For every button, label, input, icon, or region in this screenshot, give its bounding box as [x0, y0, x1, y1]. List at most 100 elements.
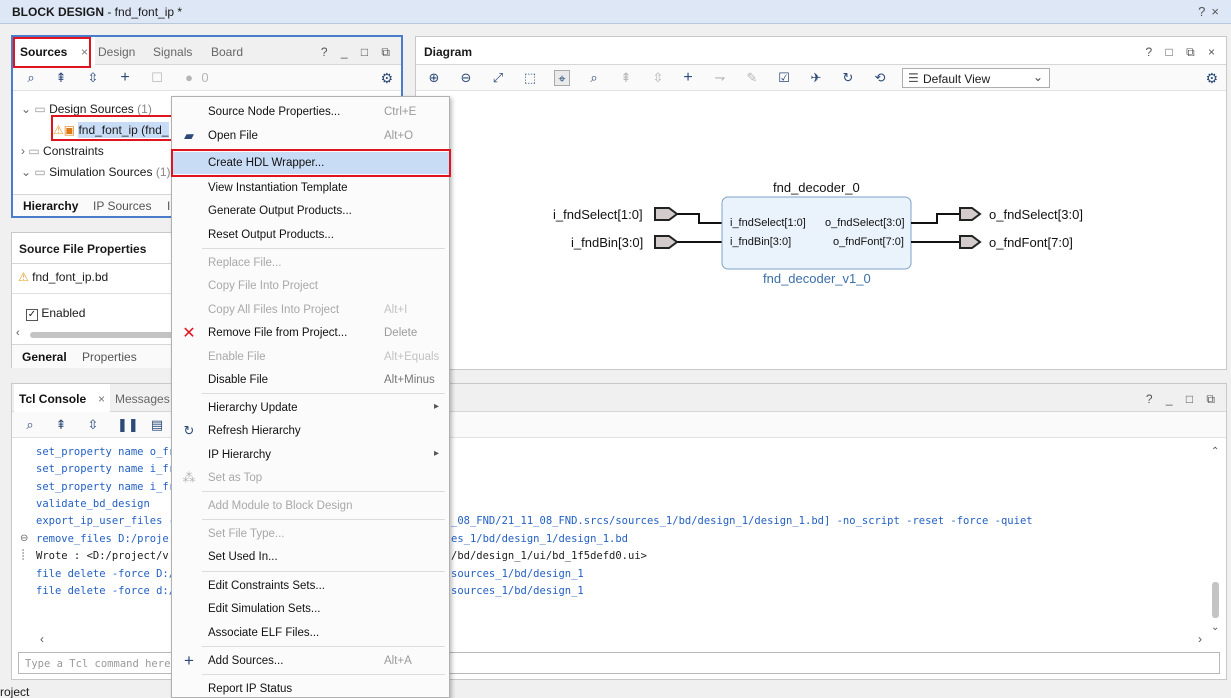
enabled-checkbox-row[interactable]: ✓ Enabled: [26, 306, 85, 321]
menu-item-set-used-in[interactable]: Set Used In...: [172, 546, 449, 568]
chevron-right-icon[interactable]: ›: [21, 144, 25, 158]
search-icon[interactable]: ⌕: [586, 70, 602, 86]
collapse-all-icon[interactable]: ⇞: [53, 70, 69, 86]
menu-item-ip-hierarchy[interactable]: IP Hierarchy ▸: [172, 444, 449, 466]
menu-item-view-instantiation-template[interactable]: View Instantiation Template: [172, 177, 449, 199]
tree-item-design-sources[interactable]: ⌄ ▭ Design Sources (1): [21, 102, 152, 116]
wrench-icon[interactable]: ✎: [744, 70, 760, 86]
chevron-down-icon[interactable]: ⌄: [21, 165, 31, 179]
expand-all-icon[interactable]: ⇳: [85, 417, 101, 433]
port-o-fndfont[interactable]: [959, 235, 982, 249]
panel-window-controls[interactable]: ? _ □ ⧉: [321, 45, 395, 60]
menu-item-associate-elf-files[interactable]: Associate ELF Files...: [172, 622, 449, 644]
search-icon[interactable]: ⌕: [23, 70, 39, 86]
make-connection-icon[interactable]: ⇁: [712, 70, 728, 86]
port-o-fndselect[interactable]: [959, 207, 982, 221]
pause-icon[interactable]: ❚❚: [117, 417, 139, 433]
tab-general[interactable]: General: [22, 350, 67, 364]
menu-item-add-sources[interactable]: + Add Sources... Alt+A: [172, 650, 449, 672]
console-line: _08_FND/21_11_08_FND.srcs/sources_1/bd/d…: [451, 515, 1033, 527]
port-i-fndselect[interactable]: [654, 207, 679, 221]
select-mode-icon[interactable]: ⌖: [554, 70, 570, 86]
port-i-fndbin[interactable]: [654, 235, 679, 249]
scroll-right-icon[interactable]: ›: [1198, 632, 1202, 646]
close-icon[interactable]: ×: [1211, 4, 1225, 19]
enabled-checkbox[interactable]: ✓: [26, 309, 38, 321]
properties-icon[interactable]: ☐: [149, 70, 165, 86]
menu-item-generate-output-products[interactable]: Generate Output Products...: [172, 200, 449, 222]
zoom-in-icon[interactable]: ⊕: [426, 70, 442, 86]
console-line: set_property name i_fr: [36, 481, 176, 493]
zoom-area-icon[interactable]: ⬚: [522, 70, 538, 86]
menu-item-edit-constraints-sets[interactable]: Edit Constraints Sets...: [172, 575, 449, 597]
fnd-decoder-block[interactable]: [721, 196, 912, 270]
source-file-properties-panel: Source File Properties ⚠ fnd_font_ip.bd …: [11, 232, 176, 368]
menu-item-enable-file[interactable]: Enable File Alt+Equals: [172, 346, 449, 368]
expand-all-icon[interactable]: ⇳: [85, 70, 101, 86]
menu-item-replace-file[interactable]: Replace File...: [172, 252, 449, 274]
tab-tcl-console[interactable]: Tcl Console ×: [14, 384, 110, 412]
search-icon[interactable]: ⌕: [22, 417, 38, 433]
menu-item-copy-all-files-into-project[interactable]: Copy All Files Into Project Alt+I: [172, 299, 449, 321]
menu-item-add-module-to-block-design[interactable]: Add Module to Block Design: [172, 495, 449, 517]
scroll-up-icon[interactable]: ⌃: [1211, 446, 1219, 457]
collapse-all-icon[interactable]: ⇞: [618, 70, 634, 86]
panel-window-controls[interactable]: ? □ ⧉ ×: [1146, 45, 1221, 60]
menu-item-disable-file[interactable]: Disable File Alt+Minus: [172, 369, 449, 391]
tab-ip-sources[interactable]: IP Sources: [93, 199, 151, 213]
console-line: /bd/design_1/ui/bd_1f5defd0.ui>: [451, 550, 647, 562]
console-line: Wrote : <D:/project/v: [36, 550, 169, 562]
zoom-fit-icon[interactable]: ⤢: [490, 70, 506, 86]
expand-all-icon[interactable]: ⇳: [650, 70, 666, 86]
menu-item-set-as-top[interactable]: ⁂ Set as Top: [172, 467, 449, 489]
scroll-left-icon[interactable]: ‹: [40, 632, 44, 646]
net-i-fndselect[interactable]: [677, 213, 722, 224]
expand-group-icon[interactable]: ⊖: [20, 533, 28, 544]
gear-icon[interactable]: ⚙: [380, 70, 393, 87]
add-ip-icon[interactable]: +: [680, 70, 696, 86]
chevron-down-icon[interactable]: ⌄: [21, 102, 31, 116]
add-icon[interactable]: +: [117, 70, 133, 86]
block-instance-name: fnd_decoder_0: [773, 180, 860, 195]
panel-window-controls[interactable]: ? _ □ ⧉: [1146, 392, 1220, 407]
zoom-out-icon[interactable]: ⊖: [458, 70, 474, 86]
console-line: export_ip_user_files -: [36, 515, 176, 527]
menu-item-set-file-type[interactable]: Set File Type...: [172, 523, 449, 545]
tree-item-constraints[interactable]: › ▭ Constraints: [21, 144, 104, 158]
tab-libraries[interactable]: I: [167, 199, 170, 213]
menu-item-open-file[interactable]: ▰ Open File Alt+O: [172, 125, 449, 147]
menu-item-remove-file-from-project[interactable]: ✕ Remove File from Project... Delete: [172, 322, 449, 344]
refresh-icon: ↻: [183, 423, 195, 438]
context-menu: Source Node Properties... Ctrl+E ▰ Open Fi…: [171, 96, 450, 698]
validate-design-icon[interactable]: ☑: [776, 70, 792, 86]
menu-item-source-node-properties[interactable]: Source Node Properties... Ctrl+E: [172, 101, 449, 123]
tab-hierarchy[interactable]: Hierarchy: [23, 199, 78, 213]
view-select[interactable]: ☰ Default View ⌄: [902, 68, 1050, 88]
menu-item-edit-simulation-sets[interactable]: Edit Simulation Sets...: [172, 598, 449, 620]
console-scrollbar[interactable]: ⌃ ⌄: [1210, 446, 1222, 636]
menu-item-copy-file-into-project[interactable]: Copy File Into Project: [172, 275, 449, 297]
scroll-left-icon[interactable]: ‹: [16, 327, 20, 339]
help-icon[interactable]: ?: [1198, 4, 1211, 19]
clear-console-icon[interactable]: ▤: [149, 417, 165, 433]
collapse-all-icon[interactable]: ⇞: [53, 417, 69, 433]
properties-scrollbar[interactable]: ‹: [16, 327, 175, 340]
tab-design[interactable]: Design: [97, 37, 151, 65]
tree-item-simulation-sources[interactable]: ⌄ ▭ Simulation Sources (1): [21, 165, 171, 179]
menu-item-hierarchy-update[interactable]: Hierarchy Update ▸: [172, 397, 449, 419]
refresh-icon[interactable]: ↻: [840, 70, 856, 86]
tab-signals[interactable]: Signals: [153, 37, 209, 65]
tab-messages[interactable]: Messages: [115, 384, 175, 412]
tab-board[interactable]: Board: [211, 37, 261, 65]
menu-item-refresh-hierarchy[interactable]: ↻ Refresh Hierarchy: [172, 420, 449, 442]
pin-icon[interactable]: ✈: [808, 70, 824, 86]
view-select-value: Default View: [923, 72, 991, 86]
regenerate-layout-icon[interactable]: ⟲: [872, 70, 888, 86]
close-tab-icon[interactable]: ×: [98, 392, 105, 406]
scroll-down-icon[interactable]: ⌄: [1211, 622, 1219, 633]
menu-item-reset-output-products[interactable]: Reset Output Products...: [172, 224, 449, 246]
tab-properties[interactable]: Properties: [82, 350, 137, 364]
menu-item-report-ip-status[interactable]: Report IP Status: [172, 678, 449, 698]
net-o-fndselect[interactable]: [911, 213, 960, 224]
gear-icon[interactable]: ⚙: [1205, 70, 1218, 87]
